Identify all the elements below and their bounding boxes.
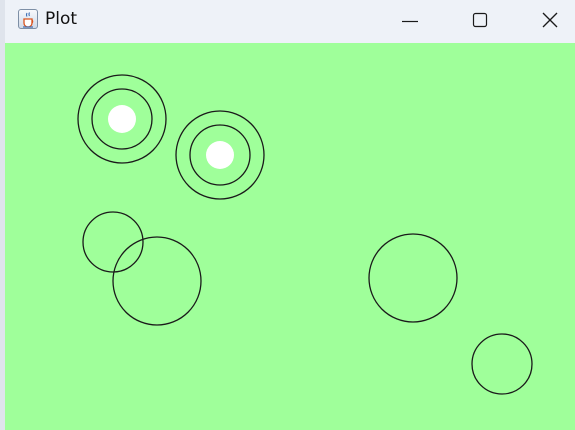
plot-drawing	[77, 74, 533, 395]
minimize-button[interactable]	[373, 0, 439, 43]
title-bar[interactable]: Plot	[5, 0, 575, 43]
java-cup-icon[interactable]	[18, 9, 38, 29]
minimize-icon	[402, 20, 418, 23]
circle-4	[112, 236, 202, 326]
window-title: Plot	[45, 9, 78, 29]
plot-canvas	[5, 43, 575, 430]
circle-6	[471, 333, 533, 395]
plot-window: Plot	[0, 0, 575, 430]
maximize-icon	[472, 12, 488, 28]
close-button[interactable]	[511, 0, 575, 43]
circle-5	[368, 233, 458, 323]
white-dot-1	[108, 105, 136, 133]
circle-3	[82, 211, 144, 273]
maximize-button[interactable]	[441, 0, 507, 43]
white-dot-2	[206, 141, 234, 169]
close-icon	[542, 12, 558, 28]
